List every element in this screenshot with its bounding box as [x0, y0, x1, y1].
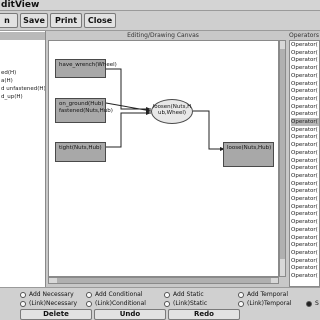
radio-label: (Link)Conditional [95, 300, 146, 307]
radio-label: (Link)Static [173, 300, 208, 307]
menu-view[interactable]: View [15, 0, 39, 11]
radio-dot-selected [306, 300, 312, 307]
redo-button[interactable]: Redo [168, 309, 240, 320]
radio-dot [20, 291, 26, 298]
node-tight[interactable]: tight(Nuts,Hub) [55, 142, 106, 162]
list-item[interactable]: d unfastened(H) [1, 85, 45, 93]
radio-add-temporal[interactable]: Add Temporal [238, 290, 288, 299]
canvas-title: Editing/Drawing Canvas [127, 32, 199, 39]
radio-link-necessary[interactable]: (Link)Necessary [20, 299, 77, 308]
radio-label: Add Static [173, 291, 204, 298]
radio-dot [86, 300, 92, 307]
edge-loosen-loose [193, 110, 225, 150]
operator-list[interactable]: Operator(Operator(Operator(Operator(Oper… [289, 40, 320, 287]
list-item[interactable]: ed(H) [1, 69, 16, 77]
open-button[interactable]: n [0, 13, 18, 28]
radio-label: (Link)Necessary [29, 300, 78, 307]
radio-label: S [315, 300, 319, 307]
edge-have-wrench-loosen [106, 68, 151, 110]
left-panel-title [0, 32, 45, 40]
toolbar: n Save Print Close [0, 11, 320, 31]
left-panel: ed(H) a(H) d unfastened(H) d_up(H) [0, 31, 46, 287]
radio-label: Add Conditional [95, 291, 143, 298]
radio-dot [20, 300, 26, 307]
node-have-wrench[interactable]: have_wrench(Wheel) [55, 59, 117, 78]
undo-button[interactable]: Undo [94, 309, 166, 320]
close-button[interactable]: Close [84, 13, 116, 28]
node-loose[interactable]: loose(Nuts,Hub) [223, 142, 274, 167]
operator-item[interactable]: Operator( [291, 272, 319, 280]
print-button[interactable]: Print [50, 13, 82, 28]
radio-dot [86, 291, 92, 298]
bottom-controls: Add Necessary Add Conditional Add Static… [0, 287, 320, 320]
radio-add-conditional[interactable]: Add Conditional [86, 290, 143, 299]
menu-bar: dit View [0, 0, 320, 11]
radio-link-static[interactable]: (Link)Static [164, 299, 207, 308]
save-button[interactable]: Save [20, 13, 48, 28]
radio-label: (Link)Temporal [247, 300, 292, 307]
radio-dot [238, 291, 244, 298]
menu-edit[interactable]: dit [1, 0, 15, 11]
radio-dot [238, 300, 244, 307]
vertical-scrollbar[interactable] [279, 40, 286, 277]
node-on-ground[interactable]: on_ground(Hub) fastened(Nuts,Hub) [55, 98, 113, 123]
radio-link-temporal[interactable]: (Link)Temporal [238, 299, 291, 308]
radio-link-conditional[interactable]: (Link)Conditional [86, 299, 146, 308]
radio-s[interactable]: S [306, 299, 319, 308]
radio-dot [164, 291, 170, 298]
radio-label: Add Temporal [247, 291, 288, 298]
canvas-panel: Editing/Drawing Canvas have_wrench(Wheel… [47, 31, 287, 287]
scroll-thumb[interactable] [57, 278, 271, 283]
node-loosen[interactable]: loosen(Nuts,H ub,Wheel) [151, 99, 193, 124]
radio-add-static[interactable]: Add Static [164, 290, 204, 299]
edge-tight-loosen [106, 112, 151, 148]
delete-button[interactable]: Delete [20, 309, 92, 320]
drawing-canvas[interactable]: have_wrench(Wheel) on_ground(Hub) fasten… [48, 40, 279, 277]
operators-title: Operators [289, 32, 319, 39]
radio-dot [164, 300, 170, 307]
operators-panel: Operators Operator(Operator(Operator(Ope… [288, 31, 320, 287]
horizontal-scrollbar[interactable] [48, 277, 279, 284]
radio-label: Add Necessary [29, 291, 74, 298]
scroll-thumb[interactable] [280, 49, 285, 259]
list-item[interactable]: a(H) [1, 77, 13, 85]
radio-add-necessary[interactable]: Add Necessary [20, 290, 74, 299]
list-item[interactable]: d_up(H) [1, 93, 23, 101]
